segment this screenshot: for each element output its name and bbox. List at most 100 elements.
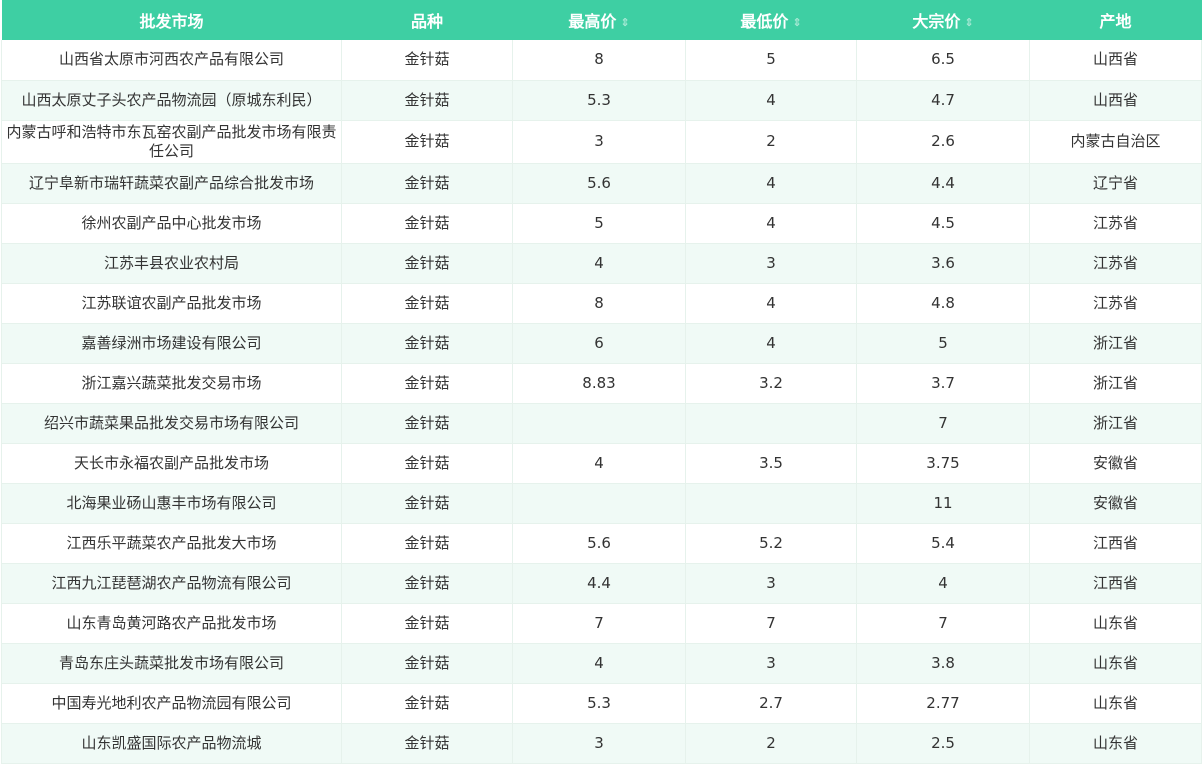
cell-bulk: 5: [856, 323, 1030, 364]
cell-bulk: 4.5: [856, 203, 1030, 244]
cell-low: 3.2: [685, 363, 857, 404]
column-header-label: 最高价: [568, 12, 617, 31]
table-row: 内蒙古呼和浩特市东瓦窑农副产品批发市场有限责任公司 金针菇 3 2 2.6 内蒙古自治区: [1, 120, 1202, 164]
cell-market: 江苏丰县农业农村局: [1, 243, 342, 284]
cell-high: 4: [512, 443, 686, 484]
sort-caret-icon[interactable]: ⇕: [620, 17, 629, 28]
column-header-bulk[interactable]: 大宗价 ⇕: [857, 0, 1030, 40]
cell-bulk: 4: [856, 563, 1030, 604]
cell-market: 山西省太原市河西农产品有限公司: [1, 40, 342, 81]
cell-bulk: 2.6: [856, 120, 1030, 164]
column-header-label: 品种: [410, 12, 443, 31]
cell-bulk: 3.8: [856, 643, 1030, 684]
cell-bulk: 11: [856, 483, 1030, 524]
cell-low: 5.2: [685, 523, 857, 564]
column-header-market: 批发市场: [2, 0, 342, 40]
cell-variety: 金针菇: [341, 643, 513, 684]
cell-variety: 金针菇: [341, 683, 513, 724]
cell-market: 江西乐平蔬菜农产品批发大市场: [1, 523, 342, 564]
cell-low: 5: [685, 40, 857, 81]
cell-high: 6: [512, 323, 686, 364]
cell-market: 青岛东庄头蔬菜批发市场有限公司: [1, 643, 342, 684]
cell-variety: 金针菇: [341, 403, 513, 444]
cell-variety: 金针菇: [341, 203, 513, 244]
cell-variety: 金针菇: [341, 723, 513, 764]
column-header-origin: 产地: [1030, 0, 1202, 40]
column-header-high[interactable]: 最高价 ⇕: [513, 0, 686, 40]
cell-low: [685, 403, 857, 444]
table-row: 山东凯盛国际农产品物流城 金针菇 3 2 2.5 山东省: [1, 723, 1202, 764]
cell-market: 浙江嘉兴蔬菜批发交易市场: [1, 363, 342, 404]
cell-origin: 浙江省: [1029, 323, 1202, 364]
cell-high: [512, 403, 686, 444]
cell-origin: 内蒙古自治区: [1029, 120, 1202, 164]
cell-high: 5.6: [512, 523, 686, 564]
cell-bulk: 7: [856, 603, 1030, 644]
cell-variety: 金针菇: [341, 363, 513, 404]
cell-bulk: 4.7: [856, 80, 1030, 121]
table-header: 批发市场 品种 最高价 ⇕ 最低价 ⇕ 大宗价 ⇕ 产地: [1, 0, 1202, 40]
cell-bulk: 6.5: [856, 40, 1030, 81]
cell-origin: 山西省: [1029, 40, 1202, 81]
cell-bulk: 2.5: [856, 723, 1030, 764]
column-header-label: 最低价: [740, 12, 789, 31]
cell-origin: 江西省: [1029, 523, 1202, 564]
cell-variety: 金针菇: [341, 483, 513, 524]
table-row: 江苏联谊农副产品批发市场 金针菇 8 4 4.8 江苏省: [1, 283, 1202, 324]
column-header-label: 产地: [1099, 12, 1132, 31]
cell-variety: 金针菇: [341, 323, 513, 364]
cell-market: 内蒙古呼和浩特市东瓦窑农副产品批发市场有限责任公司: [1, 120, 342, 164]
cell-origin: 江苏省: [1029, 283, 1202, 324]
column-header-variety: 品种: [342, 0, 513, 40]
cell-market: 辽宁阜新市瑞轩蔬菜农副产品综合批发市场: [1, 163, 342, 204]
table-row: 山西太原丈子头农产品物流园（原城东利民） 金针菇 5.3 4 4.7 山西省: [1, 80, 1202, 121]
price-table: 批发市场 品种 最高价 ⇕ 最低价 ⇕ 大宗价 ⇕ 产地 山西省太原市河西农产品有限公…: [1, 0, 1202, 764]
cell-origin: 山东省: [1029, 683, 1202, 724]
cell-origin: 辽宁省: [1029, 163, 1202, 204]
cell-variety: 金针菇: [341, 80, 513, 121]
table-body: 山西省太原市河西农产品有限公司 金针菇 8 5 6.5 山西省 山西太原丈子头农产品物流园（…: [1, 40, 1202, 764]
cell-low: 3.5: [685, 443, 857, 484]
sort-caret-icon[interactable]: ⇕: [964, 17, 973, 28]
cell-market: 天长市永福农副产品批发市场: [1, 443, 342, 484]
cell-variety: 金针菇: [341, 523, 513, 564]
table-row: 绍兴市蔬菜果品批发交易市场有限公司 金针菇 7 浙江省: [1, 403, 1202, 444]
column-header-label: 大宗价: [912, 12, 961, 31]
cell-high: 8: [512, 283, 686, 324]
cell-variety: 金针菇: [341, 283, 513, 324]
cell-low: 2: [685, 120, 857, 164]
cell-bulk: 3.6: [856, 243, 1030, 284]
cell-high: 7: [512, 603, 686, 644]
header-row: 批发市场 品种 最高价 ⇕ 最低价 ⇕ 大宗价 ⇕ 产地: [1, 0, 1202, 40]
cell-low: 4: [685, 283, 857, 324]
cell-low: [685, 483, 857, 524]
cell-origin: 浙江省: [1029, 403, 1202, 444]
cell-origin: 山东省: [1029, 603, 1202, 644]
cell-high: 4.4: [512, 563, 686, 604]
cell-origin: 山西省: [1029, 80, 1202, 121]
cell-origin: 浙江省: [1029, 363, 1202, 404]
cell-origin: 江西省: [1029, 563, 1202, 604]
cell-market: 中国寿光地利农产品物流园有限公司: [1, 683, 342, 724]
table-row: 嘉善绿洲市场建设有限公司 金针菇 6 4 5 浙江省: [1, 323, 1202, 364]
cell-high: 5: [512, 203, 686, 244]
cell-market: 山西太原丈子头农产品物流园（原城东利民）: [1, 80, 342, 121]
cell-origin: 安徽省: [1029, 483, 1202, 524]
cell-high: 5.3: [512, 80, 686, 121]
table-row: 江西九江琵琶湖农产品物流有限公司 金针菇 4.4 3 4 江西省: [1, 563, 1202, 604]
cell-market: 山东青岛黄河路农产品批发市场: [1, 603, 342, 644]
table-row: 山西省太原市河西农产品有限公司 金针菇 8 5 6.5 山西省: [1, 40, 1202, 81]
table-row: 青岛东庄头蔬菜批发市场有限公司 金针菇 4 3 3.8 山东省: [1, 643, 1202, 684]
cell-high: 3: [512, 120, 686, 164]
cell-low: 4: [685, 323, 857, 364]
table-row: 山东青岛黄河路农产品批发市场 金针菇 7 7 7 山东省: [1, 603, 1202, 644]
cell-market: 徐州农副产品中心批发市场: [1, 203, 342, 244]
cell-origin: 山东省: [1029, 723, 1202, 764]
cell-bulk: 5.4: [856, 523, 1030, 564]
sort-caret-icon[interactable]: ⇕: [792, 17, 801, 28]
cell-market: 江西九江琵琶湖农产品物流有限公司: [1, 563, 342, 604]
cell-low: 2: [685, 723, 857, 764]
cell-bulk: 2.77: [856, 683, 1030, 724]
cell-origin: 安徽省: [1029, 443, 1202, 484]
column-header-low[interactable]: 最低价 ⇕: [686, 0, 857, 40]
